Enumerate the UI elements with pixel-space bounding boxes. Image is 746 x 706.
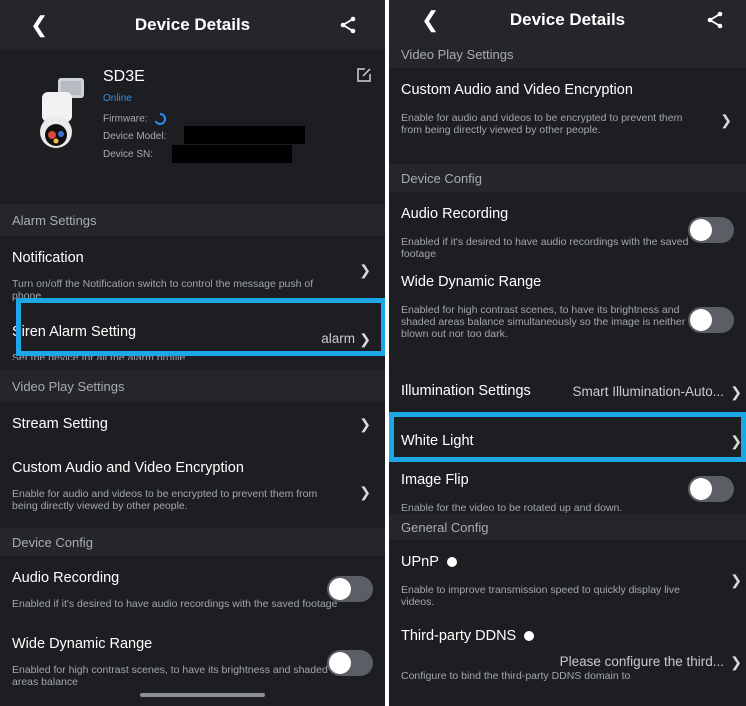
section-header-video: Video Play Settings <box>389 40 746 68</box>
wdr-toggle[interactable] <box>688 307 734 333</box>
edit-icon[interactable] <box>357 68 371 87</box>
encryption-desc: Enable for audio and videos to be encryp… <box>12 488 318 512</box>
page-title: Device Details <box>509 10 626 29</box>
encryption-row[interactable]: Custom Audio and Video Encryption Enable… <box>0 446 385 528</box>
share-icon[interactable] <box>339 0 357 50</box>
device-status: Online <box>103 93 132 104</box>
encryption-desc: Enable for audio and videos to be encryp… <box>401 112 683 136</box>
device-name: SD3E <box>103 68 145 85</box>
top-bar: ❮ Device Details <box>0 0 385 50</box>
image-flip-row: Image Flip Enable for the video to be ro… <box>389 462 746 514</box>
wdr-row: Wide Dynamic Range Enabled for high cont… <box>0 628 385 698</box>
image-flip-toggle[interactable] <box>688 476 734 502</box>
illumination-title: Illumination Settings <box>401 383 531 399</box>
wdr-desc: Enabled for high contrast scenes, to hav… <box>12 664 328 688</box>
camera-image <box>40 78 84 148</box>
ddns-value: Please configure the third... <box>559 654 724 669</box>
chevron-right-icon: ❯ <box>720 112 732 128</box>
encryption-title: Custom Audio and Video Encryption <box>401 82 633 98</box>
device-card: SD3E Online Firmware: Device Model: Devi… <box>0 60 385 166</box>
device-sn-label: Device SN: <box>103 149 154 160</box>
chevron-right-icon: ❯ <box>359 484 371 500</box>
share-icon[interactable] <box>706 0 724 40</box>
illumination-row[interactable]: Illumination Settings Smart Illumination… <box>389 372 746 410</box>
section-header-alarm: Alarm Settings <box>0 204 385 236</box>
wdr-title: Wide Dynamic Range <box>12 636 153 652</box>
section-header-device: Device Config <box>389 164 746 192</box>
redaction-bar <box>172 145 292 163</box>
upnp-desc: Enable to improve transmission speed to … <box>401 584 680 608</box>
upnp-row[interactable]: UPnP Enable to improve transmission spee… <box>389 540 746 618</box>
section-header-video: Video Play Settings <box>0 370 385 402</box>
firmware-label: Firmware: <box>103 112 167 125</box>
chevron-right-icon: ❯ <box>730 572 742 588</box>
highlight-box <box>16 298 385 356</box>
audio-recording-row: Audio Recording Enabled if it's desired … <box>389 192 746 270</box>
notification-title: Notification <box>12 250 84 266</box>
stream-setting-row[interactable]: Stream Setting ❯ <box>0 402 385 446</box>
image-flip-title: Image Flip <box>401 472 469 488</box>
status-dot <box>524 631 535 642</box>
encryption-row[interactable]: Custom Audio and Video Encryption Enable… <box>389 68 746 164</box>
ddns-row[interactable]: Third-party DDNS Please configure the th… <box>389 618 746 698</box>
wdr-title: Wide Dynamic Range <box>401 274 542 290</box>
audio-recording-row: Audio Recording Enabled if it's desired … <box>0 556 385 628</box>
ddns-title: Third-party DDNS <box>401 628 706 644</box>
home-indicator <box>140 693 265 697</box>
wdr-row: Wide Dynamic Range Enabled for high cont… <box>389 270 746 372</box>
ddns-desc: Configure to bind the third-party DDNS d… <box>401 670 631 682</box>
section-header-device: Device Config <box>0 528 385 556</box>
audio-desc: Enabled if it's desired to have audio re… <box>401 236 689 260</box>
notification-row[interactable]: Notification Turn on/off the Notificatio… <box>0 236 385 304</box>
highlight-box <box>389 412 746 462</box>
left-screen: ❮ Device Details SD3E Online Firmware: D… <box>0 0 385 706</box>
audio-title: Audio Recording <box>401 206 509 222</box>
redaction-bar <box>184 126 305 144</box>
status-dot <box>446 557 457 568</box>
audio-toggle[interactable] <box>688 217 734 243</box>
chevron-right-icon: ❯ <box>359 416 371 432</box>
wdr-desc: Enabled for high contrast scenes, to hav… <box>401 304 686 340</box>
chevron-right-icon: ❯ <box>730 654 742 670</box>
loading-spinner-icon <box>154 112 167 125</box>
audio-desc: Enabled if it's desired to have audio re… <box>12 598 338 610</box>
chevron-right-icon: ❯ <box>730 384 742 400</box>
top-bar: ❮ Device Details <box>389 0 746 40</box>
right-screen: ❮ Device Details Video Play Settings Cus… <box>389 0 746 706</box>
stream-title: Stream Setting <box>12 416 108 432</box>
chevron-right-icon: ❯ <box>359 262 371 278</box>
section-header-general: General Config <box>389 514 746 540</box>
audio-title: Audio Recording <box>12 570 120 586</box>
upnp-title: UPnP <box>401 554 706 570</box>
encryption-title: Custom Audio and Video Encryption <box>12 460 244 476</box>
page-title: Device Details <box>134 15 251 34</box>
image-flip-desc: Enable for the video to be rotated up an… <box>401 502 623 514</box>
wdr-toggle[interactable] <box>327 650 373 676</box>
illumination-value: Smart Illumination-Auto... <box>572 384 724 399</box>
device-model-label: Device Model: <box>103 131 167 142</box>
audio-toggle[interactable] <box>327 576 373 602</box>
